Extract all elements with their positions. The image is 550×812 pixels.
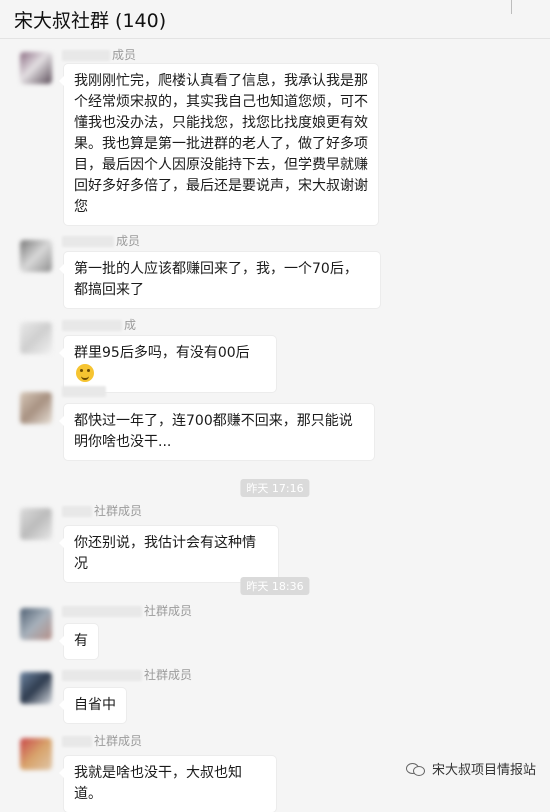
- avatar[interactable]: [20, 508, 52, 540]
- message-bubble[interactable]: 自省中: [59, 688, 126, 723]
- message-bubble[interactable]: 有: [59, 624, 98, 659]
- sender-name: 社群成员: [62, 602, 192, 619]
- message-text: 群里95后多吗，有没有00后: [74, 345, 250, 361]
- avatar[interactable]: [20, 240, 52, 272]
- avatar[interactable]: [20, 608, 52, 640]
- message-bubble[interactable]: 我就是啥也没干，大叔也知道。: [59, 756, 276, 812]
- avatar[interactable]: [20, 322, 52, 354]
- message-text: 我就是啥也没干，大叔也知道。: [74, 765, 242, 802]
- timestamp: 昨天 18:36: [240, 577, 310, 595]
- chat-header: 宋大叔社群 (140): [0, 0, 550, 39]
- sender-name: 成员: [62, 46, 136, 63]
- timestamp: 昨天 17:16: [240, 479, 310, 497]
- sender-name: 社群成员: [62, 502, 142, 519]
- emoji-icon: [76, 364, 94, 382]
- watermark: 宋大叔项目情报站: [405, 759, 536, 778]
- message-bubble[interactable]: 我刚刚忙完，爬楼认真看了信息，我承认我是那个经常烦宋叔的，其实我自己也知道您烦，…: [59, 64, 378, 225]
- message-text: 都快过一年了，连700都赚不回来，那只能说明你啥也没干...: [74, 413, 353, 450]
- avatar[interactable]: [20, 392, 52, 424]
- message-text: 我刚刚忙完，爬楼认真看了信息，我承认我是那个经常烦宋叔的，其实我自己也知道您烦，…: [74, 73, 368, 215]
- avatar[interactable]: [20, 52, 52, 84]
- sender-name: 成: [62, 316, 136, 333]
- sender-name: [62, 384, 108, 398]
- sender-name: 成员: [62, 232, 140, 249]
- message-text: 第一批的人应该都赚回来了，我，一个70后，都搞回来了: [74, 261, 358, 298]
- avatar[interactable]: [20, 738, 52, 770]
- sender-name: 社群成员: [62, 732, 142, 749]
- message-text: 有: [74, 633, 88, 649]
- watermark-text: 宋大叔项目情报站: [431, 763, 536, 778]
- wechat-icon: [405, 761, 426, 777]
- message-bubble[interactable]: 都快过一年了，连700都赚不回来，那只能说明你啥也没干...: [59, 404, 374, 460]
- message-bubble[interactable]: 第一批的人应该都赚回来了，我，一个70后，都搞回来了: [59, 252, 380, 308]
- divider-mark: [511, 0, 522, 14]
- chat-title: 宋大叔社群 (140): [14, 10, 167, 32]
- avatar[interactable]: [20, 672, 52, 704]
- message-bubble[interactable]: 你还别说，我估计会有这种情况: [59, 526, 278, 582]
- message-text: 自省中: [74, 697, 116, 713]
- sender-name: 社群成员: [62, 666, 192, 683]
- message-text: 你还别说，我估计会有这种情况: [74, 535, 256, 572]
